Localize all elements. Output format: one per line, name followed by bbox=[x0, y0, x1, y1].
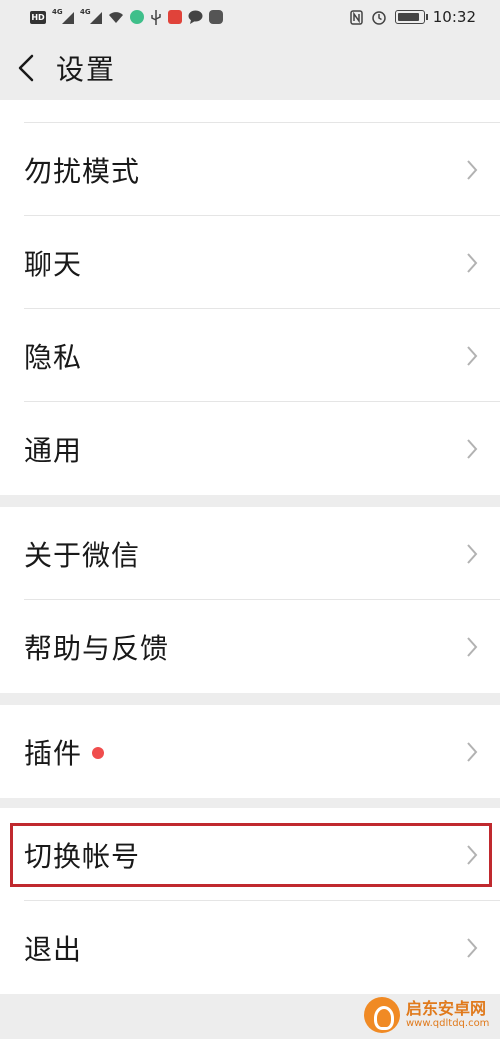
signal-icon: 4G bbox=[52, 8, 74, 24]
settings-item-plugins[interactable]: 插件 bbox=[0, 705, 500, 798]
settings-item-general[interactable]: 通用 bbox=[0, 402, 500, 495]
settings-item-chat[interactable]: 聊天 bbox=[0, 216, 500, 309]
status-icons-left: HD 4G 4G bbox=[30, 8, 223, 26]
settings-item-help-feedback[interactable]: 帮助与反馈 bbox=[0, 600, 500, 693]
settings-item-label: 帮助与反馈 bbox=[24, 632, 170, 665]
settings-item-label: 聊天 bbox=[24, 248, 83, 281]
chevron-right-icon bbox=[467, 845, 478, 865]
settings-item-label: 隐私 bbox=[24, 341, 83, 374]
nfc-icon bbox=[350, 9, 363, 25]
settings-group-1: 勿扰模式 聊天 隐私 通用 bbox=[0, 123, 500, 495]
hd-badge: HD bbox=[30, 10, 46, 24]
settings-item-label: 通用 bbox=[24, 434, 83, 467]
alarm-icon bbox=[372, 11, 386, 25]
weibo-icon bbox=[168, 10, 182, 24]
back-button[interactable] bbox=[12, 50, 44, 86]
settings-item-privacy[interactable]: 隐私 bbox=[0, 309, 500, 402]
settings-group-partial bbox=[0, 100, 500, 123]
settings-item-switch-account[interactable]: 切换帐号 bbox=[0, 808, 500, 901]
watermark: 启东安卓网 www.qdltdq.com bbox=[364, 993, 496, 1037]
chevron-right-icon bbox=[467, 637, 478, 657]
notification-dot bbox=[92, 747, 104, 759]
battery-level bbox=[397, 13, 419, 21]
watermark-name: 启东安卓网 bbox=[406, 999, 487, 1018]
message-icon bbox=[188, 10, 203, 24]
settings-group-3: 插件 bbox=[0, 705, 500, 798]
settings-group-4: 切换帐号 退出 bbox=[0, 808, 500, 994]
app-notification-icon bbox=[130, 10, 144, 24]
settings-item-label: 勿扰模式 bbox=[24, 155, 141, 188]
settings-item-label: 关于微信 bbox=[24, 539, 141, 572]
settings-item-log-out[interactable]: 退出 bbox=[0, 901, 500, 994]
chevron-right-icon bbox=[467, 253, 478, 273]
chevron-right-icon bbox=[467, 938, 478, 958]
watermark-text: 启东安卓网 www.qdltdq.com bbox=[406, 1000, 489, 1030]
usb-icon bbox=[151, 9, 161, 25]
chevron-right-icon bbox=[467, 160, 478, 180]
signal-icon: 4G bbox=[80, 8, 102, 24]
chevron-right-icon bbox=[467, 742, 478, 762]
battery-icon bbox=[394, 10, 428, 24]
chevron-right-icon bbox=[467, 346, 478, 366]
chevron-right-icon bbox=[467, 544, 478, 564]
status-icons-right: 10:32 bbox=[350, 8, 476, 26]
page-title: 设置 bbox=[56, 53, 117, 86]
settings-item-about-wechat[interactable]: 关于微信 bbox=[0, 507, 500, 600]
settings-item-do-not-disturb[interactable]: 勿扰模式 bbox=[0, 123, 500, 216]
settings-group-2: 关于微信 帮助与反馈 bbox=[0, 507, 500, 693]
chevron-left-icon bbox=[18, 54, 34, 82]
watermark-logo-icon bbox=[364, 997, 400, 1033]
settings-item-label: 插件 bbox=[24, 737, 83, 770]
navigation-bar: 设置 bbox=[0, 34, 500, 100]
wifi-icon bbox=[109, 11, 123, 23]
settings-item-label: 退出 bbox=[24, 933, 83, 966]
status-bar: HD 4G 4G 10:32 bbox=[0, 0, 500, 34]
app-icon bbox=[209, 10, 223, 24]
watermark-url: www.qdltdq.com bbox=[406, 1018, 490, 1029]
clock: 10:32 bbox=[432, 8, 476, 26]
chevron-right-icon bbox=[467, 439, 478, 459]
settings-item-label: 切换帐号 bbox=[24, 840, 141, 873]
